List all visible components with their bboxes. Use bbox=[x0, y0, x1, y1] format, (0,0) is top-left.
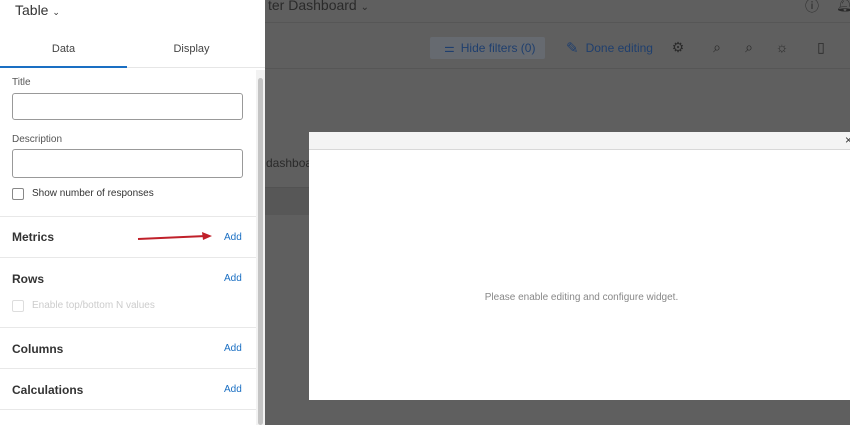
show-responses-checkbox[interactable] bbox=[12, 188, 24, 200]
widget-edit-panel: Table ⌄ Data Display Title Description S… bbox=[0, 0, 265, 425]
rows-section: Rows Add Enable top/bottom N values bbox=[0, 257, 257, 327]
notification-bell-icon[interactable]: 🔔︎ bbox=[836, 0, 850, 13]
gear-icon[interactable]: ⚙ bbox=[670, 39, 686, 57]
modal-header: × bbox=[309, 132, 850, 150]
scrollbar-thumb[interactable] bbox=[258, 78, 263, 425]
red-arrow-annotation bbox=[137, 232, 212, 240]
description-textarea[interactable] bbox=[12, 149, 243, 178]
chevron-down-icon: ⌄ bbox=[360, 2, 369, 13]
description-label: Description bbox=[12, 134, 63, 145]
table-header-row bbox=[265, 187, 309, 215]
show-responses-label: Show number of responses bbox=[32, 188, 154, 199]
widget-modal: × Please enable editing and configure wi… bbox=[309, 132, 850, 400]
tab-bar: Data Display bbox=[0, 38, 265, 68]
lightbulb-icon[interactable]: ☼ bbox=[774, 39, 790, 57]
columns-add-button[interactable]: Add bbox=[224, 343, 242, 354]
help-icon[interactable]: ⓘ bbox=[805, 0, 819, 16]
title-label: Title bbox=[12, 77, 31, 88]
done-editing-label: Done editing bbox=[585, 41, 653, 55]
metrics-heading: Metrics bbox=[12, 230, 55, 244]
metrics-section: Metrics Add bbox=[0, 216, 257, 257]
analysis-search-icon[interactable]: ⌕ bbox=[741, 39, 757, 57]
widget-type-dropdown[interactable]: Table ⌄ bbox=[15, 2, 60, 18]
zoom-search-icon[interactable]: ⌕ bbox=[709, 39, 725, 57]
hide-filters-label: Hide filters (0) bbox=[460, 41, 536, 55]
dashboard-title[interactable]: ter Dashboard ⌄ bbox=[268, 0, 369, 13]
title-input[interactable] bbox=[12, 93, 243, 120]
columns-section: Columns Add bbox=[0, 327, 257, 368]
divider bbox=[265, 68, 850, 69]
dashboard-title-text: ter Dashboard bbox=[268, 0, 357, 13]
calculations-section: Calculations Add bbox=[0, 368, 257, 410]
rows-heading: Rows bbox=[12, 272, 45, 286]
calculations-heading: Calculations bbox=[12, 383, 84, 397]
tab-data[interactable]: Data bbox=[0, 38, 127, 68]
close-icon[interactable]: × bbox=[845, 133, 850, 147]
calculations-add-button[interactable]: Add bbox=[224, 384, 242, 395]
filter-icon: ⚌ bbox=[444, 41, 455, 55]
mobile-icon[interactable]: ▯ bbox=[813, 39, 829, 57]
next-section bbox=[0, 409, 257, 425]
widget-type-label: Table bbox=[15, 2, 49, 18]
divider bbox=[265, 22, 850, 23]
metrics-add-button[interactable]: Add bbox=[224, 232, 242, 243]
columns-heading: Columns bbox=[12, 342, 64, 356]
modal-message: Please enable editing and configure widg… bbox=[484, 292, 679, 303]
done-editing-button[interactable]: ✎ Done editing bbox=[566, 37, 653, 59]
enable-topn-label: Enable top/bottom N values bbox=[32, 300, 155, 311]
hide-filters-button[interactable]: ⚌ Hide filters (0) bbox=[430, 37, 545, 59]
chevron-down-icon: ⌄ bbox=[52, 7, 60, 17]
enable-topn-checkbox[interactable] bbox=[12, 300, 24, 312]
tab-display[interactable]: Display bbox=[128, 38, 255, 68]
edit-icon: ✎ bbox=[566, 40, 579, 57]
rows-add-button[interactable]: Add bbox=[224, 273, 242, 284]
